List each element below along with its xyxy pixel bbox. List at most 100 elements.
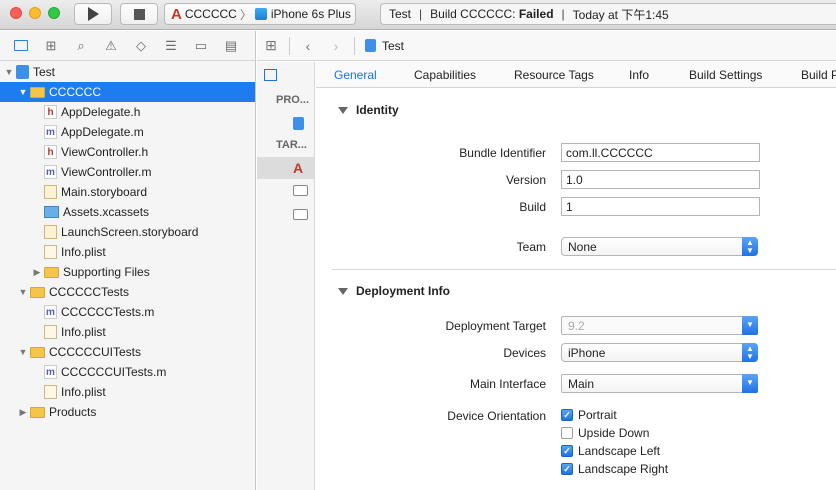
orientation-option[interactable]: ✓ Portrait: [561, 408, 617, 422]
updown-chevron-icon: ▲ ▼: [742, 343, 758, 362]
tree-item[interactable]: Main.storyboard: [0, 182, 255, 202]
version-field[interactable]: [561, 170, 760, 189]
tree-item-label: Info.plist: [61, 325, 106, 339]
tree-item-label: AppDelegate.m: [61, 125, 144, 139]
disclosure-open-icon[interactable]: ▼: [18, 287, 28, 297]
checkbox-checked[interactable]: ✓: [561, 463, 573, 475]
tree-item[interactable]: m AppDelegate.m: [0, 122, 255, 142]
checkbox-unchecked[interactable]: [561, 427, 573, 439]
bundle-identifier-field[interactable]: [561, 143, 760, 162]
status-build-result: Failed: [518, 7, 554, 21]
tab-build-settings[interactable]: Build Settings: [689, 68, 762, 82]
source-file-icon: m: [44, 125, 57, 139]
target-item-tests[interactable]: [257, 179, 315, 201]
disclosure-open-icon[interactable]: ▼: [4, 67, 14, 77]
tree-item-label: ViewController.h: [61, 145, 149, 159]
team-popup[interactable]: None ▲ ▼: [561, 237, 758, 256]
bundle-identifier-label: Bundle Identifier: [459, 146, 546, 160]
build-field[interactable]: [561, 197, 760, 216]
report-navigator-tab[interactable]: ▤: [216, 36, 246, 56]
deployment-target-combo[interactable]: 9.2 ▼: [561, 316, 758, 335]
disclosure-closed-icon[interactable]: ▶: [18, 407, 28, 418]
forward-button[interactable]: ›: [322, 38, 350, 54]
breakpoint-navigator-tab[interactable]: ▭: [186, 36, 216, 56]
run-button[interactable]: [74, 3, 112, 25]
source-file-icon: m: [44, 165, 57, 179]
tab-capabilities[interactable]: Capabilities: [414, 68, 476, 82]
checkbox-checked[interactable]: ✓: [561, 445, 573, 457]
storyboard-file-icon: [44, 225, 57, 239]
folder-icon: [44, 266, 59, 278]
target-item-app[interactable]: A: [257, 157, 315, 179]
chevron-down-icon: ▼: [742, 316, 758, 335]
minimize-window-button[interactable]: [29, 7, 41, 19]
tree-item[interactable]: ▼ Test: [0, 62, 255, 82]
tree-item[interactable]: m ViewController.m: [0, 162, 255, 182]
tree-item[interactable]: ▼ CCCCCCTests: [0, 282, 255, 302]
disclosure-open-icon[interactable]: ▼: [18, 347, 28, 357]
tree-item-label: Info.plist: [61, 385, 106, 399]
devices-popup[interactable]: iPhone ▲ ▼: [561, 343, 758, 362]
folder-icon: [30, 346, 45, 358]
orientation-option[interactable]: ✓ Landscape Left: [561, 444, 660, 458]
project-navigator-tab[interactable]: [6, 36, 36, 56]
targets-section-header: TAR...: [276, 139, 307, 151]
show-hide-targets-icon[interactable]: [264, 69, 277, 81]
tree-item[interactable]: Info.plist: [0, 322, 255, 342]
tree-item[interactable]: h AppDelegate.h: [0, 102, 255, 122]
breadcrumb[interactable]: Test: [382, 39, 404, 53]
tree-item[interactable]: ▶ Supporting Files: [0, 262, 255, 282]
back-button[interactable]: ‹: [294, 38, 322, 54]
tree-item-label: CCCCCC: [49, 85, 101, 99]
tree-item[interactable]: Info.plist: [0, 242, 255, 262]
tree-item[interactable]: m CCCCCCTests.m: [0, 302, 255, 322]
tree-item[interactable]: Info.plist: [0, 382, 255, 402]
tree-item[interactable]: m CCCCCCUITests.m: [0, 362, 255, 382]
tree-item[interactable]: ▶ Products: [0, 402, 255, 422]
chevron-down-icon: ▼: [742, 374, 758, 393]
close-window-button[interactable]: [10, 7, 22, 19]
tab-build-phases[interactable]: Build P: [801, 68, 836, 82]
scheme-selector[interactable]: A CCCCCC 〉 iPhone 6s Plus: [164, 3, 356, 25]
related-items-icon[interactable]: ⊞: [257, 37, 285, 54]
orientation-option[interactable]: ✓ Landscape Right: [561, 462, 668, 476]
tab-info[interactable]: Info: [629, 68, 649, 82]
version-label: Version: [505, 173, 546, 187]
tree-item[interactable]: ▼ CCCCCCUITests: [0, 342, 255, 362]
zoom-window-button[interactable]: [48, 7, 60, 19]
orientation-option[interactable]: Upside Down: [561, 426, 649, 440]
status-separator: |: [419, 7, 423, 21]
header-file-icon: h: [44, 145, 57, 159]
tab-general[interactable]: General: [334, 68, 377, 82]
tree-item[interactable]: h ViewController.h: [0, 142, 255, 162]
test-navigator-tab[interactable]: ◇: [126, 36, 156, 56]
tree-item-label: ViewController.m: [61, 165, 152, 179]
devices-label: Devices: [503, 346, 546, 360]
app-target-icon: A: [171, 5, 182, 23]
editor-tab-bar: General Capabilities Resource Tags Info …: [316, 62, 836, 88]
checkbox-checked[interactable]: ✓: [561, 409, 573, 421]
tree-item[interactable]: Assets.xcassets: [0, 202, 255, 222]
identity-section-header[interactable]: Identity: [338, 103, 399, 117]
debug-navigator-tab[interactable]: ☰: [156, 36, 186, 56]
disclosure-closed-icon[interactable]: ▶: [32, 267, 42, 278]
issue-navigator-tab[interactable]: ⚠: [96, 36, 126, 56]
report-icon: ▤: [224, 37, 238, 53]
main-interface-combo[interactable]: Main ▼: [561, 374, 758, 393]
test-bundle-icon: [293, 208, 308, 220]
tree-item-label: Test: [33, 65, 56, 79]
project-file-icon: [16, 65, 29, 79]
tree-item[interactable]: ▼ CCCCCC: [0, 82, 255, 102]
deployment-info-section-header[interactable]: Deployment Info: [338, 284, 450, 298]
header-file-icon: h: [44, 105, 57, 119]
tree-item[interactable]: LaunchScreen.storyboard: [0, 222, 255, 242]
project-item[interactable]: [257, 112, 315, 134]
tab-resource-tags[interactable]: Resource Tags: [514, 68, 594, 82]
symbol-navigator-tab[interactable]: ⊞: [36, 36, 66, 56]
tree-item-label: Assets.xcassets: [63, 205, 150, 219]
target-item-uitests[interactable]: [257, 203, 315, 225]
find-navigator-tab[interactable]: ⌕: [66, 36, 96, 56]
disclosure-open-icon[interactable]: ▼: [18, 87, 28, 97]
main-interface-value: Main: [568, 377, 595, 391]
stop-button[interactable]: [120, 3, 158, 25]
